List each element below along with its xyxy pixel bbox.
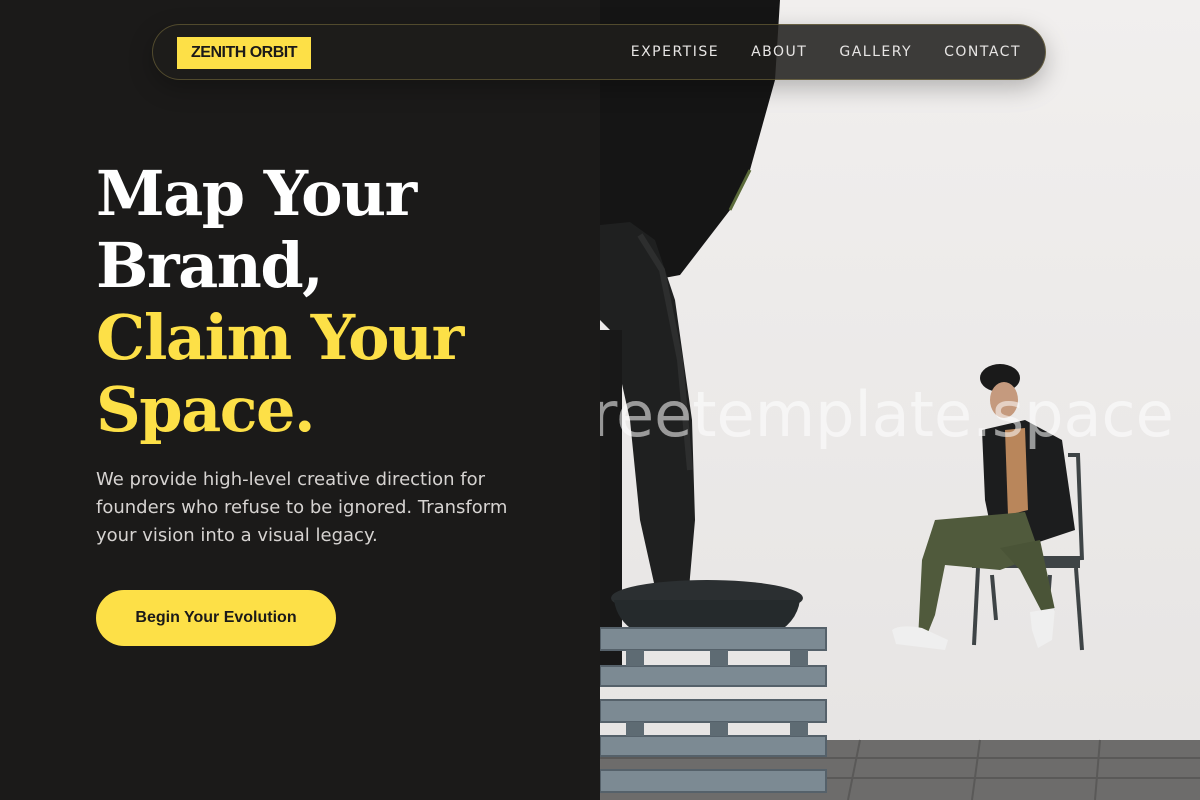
begin-evolution-button[interactable]: Begin Your Evolution <box>96 590 336 646</box>
hero-image: freetemplate.space <box>600 0 1200 800</box>
headline-line-4: Space. <box>96 373 316 446</box>
nav-links: EXPERTISE ABOUT GALLERY CONTACT <box>631 25 1021 79</box>
headline-line-2: Brand, <box>96 229 324 302</box>
watermark-text: freetemplate.space <box>600 378 1174 451</box>
nav-link-about[interactable]: ABOUT <box>751 44 807 60</box>
nav-link-contact[interactable]: CONTACT <box>944 44 1021 60</box>
nav-link-gallery[interactable]: GALLERY <box>839 44 912 60</box>
nav-link-expertise[interactable]: EXPERTISE <box>631 44 719 60</box>
headline-line-3: Claim Your <box>96 301 464 374</box>
top-navbar: ZENITH ORBIT EXPERTISE ABOUT GALLERY CON… <box>152 24 1046 80</box>
brand-logo[interactable]: ZENITH ORBIT <box>177 37 311 69</box>
hero-subtext: We provide high-level creative direction… <box>96 469 508 546</box>
hero-headline: Map Your Brand, Claim Your Space. <box>96 157 464 446</box>
headline-line-1: Map Your <box>96 157 417 230</box>
